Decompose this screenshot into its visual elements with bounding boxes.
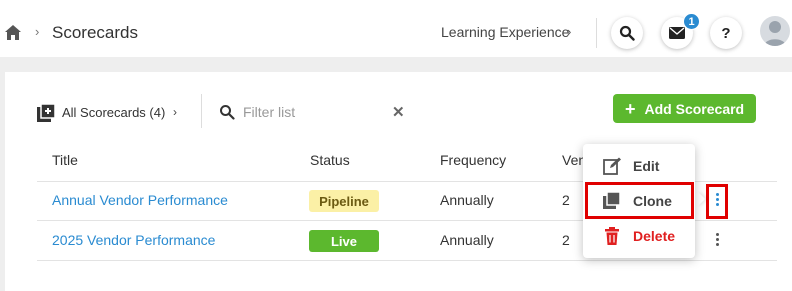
status-badge: Pipeline [309, 190, 379, 212]
user-icon [764, 21, 786, 46]
edit-icon [603, 157, 621, 175]
chevron-right-icon: › [567, 24, 572, 39]
search-icon [220, 105, 235, 120]
chevron-right-icon: › [173, 105, 177, 119]
status-badge: Live [309, 230, 379, 252]
scorecard-title-link[interactable]: 2025 Vendor Performance [52, 232, 215, 248]
column-header-title[interactable]: Title [52, 152, 78, 168]
plus-icon: + [625, 98, 636, 119]
highlight-box [706, 184, 728, 219]
row-actions-kebab-icon[interactable] [712, 233, 722, 246]
scorecard-title-link[interactable]: Annual Vendor Performance [52, 192, 228, 208]
menu-item-label: Edit [633, 158, 660, 174]
vendors-cell: 2 [562, 232, 570, 248]
add-scorecard-label: Add Scorecard [644, 100, 745, 117]
all-scorecards-dropdown[interactable]: All Scorecards (4) [62, 105, 165, 120]
home-icon[interactable] [4, 24, 22, 41]
column-header-frequency[interactable]: Frequency [440, 152, 506, 168]
row-divider [37, 260, 777, 261]
frequency-cell: Annually [440, 192, 494, 208]
search-button[interactable] [611, 17, 643, 49]
top-bar: › Scorecards Learning Experience › 1 ? [0, 0, 792, 57]
breadcrumb-separator: › [35, 24, 40, 39]
menu-item-label: Delete [633, 228, 676, 244]
collection-icon [37, 104, 55, 122]
header-divider [596, 18, 597, 48]
help-button[interactable]: ? [710, 17, 742, 49]
toolbar-divider [201, 94, 202, 128]
trash-icon [605, 227, 619, 245]
column-header-status[interactable]: Status [310, 152, 350, 168]
add-scorecard-button[interactable]: + Add Scorecard [613, 94, 756, 123]
notification-count-badge: 1 [683, 13, 700, 30]
menu-item-delete[interactable]: Delete [583, 220, 695, 252]
page-title: Scorecards [52, 23, 138, 42]
envelope-icon [669, 27, 685, 39]
search-icon [619, 25, 635, 41]
clear-filter-icon[interactable]: ✕ [392, 103, 405, 121]
filter-input[interactable] [243, 102, 383, 122]
vendors-cell: 2 [562, 192, 570, 208]
learning-experience-link[interactable]: Learning Experience [441, 24, 569, 40]
avatar[interactable] [760, 16, 790, 46]
menu-item-edit[interactable]: Edit [583, 150, 695, 182]
highlight-box [585, 182, 694, 219]
frequency-cell: Annually [440, 232, 494, 248]
